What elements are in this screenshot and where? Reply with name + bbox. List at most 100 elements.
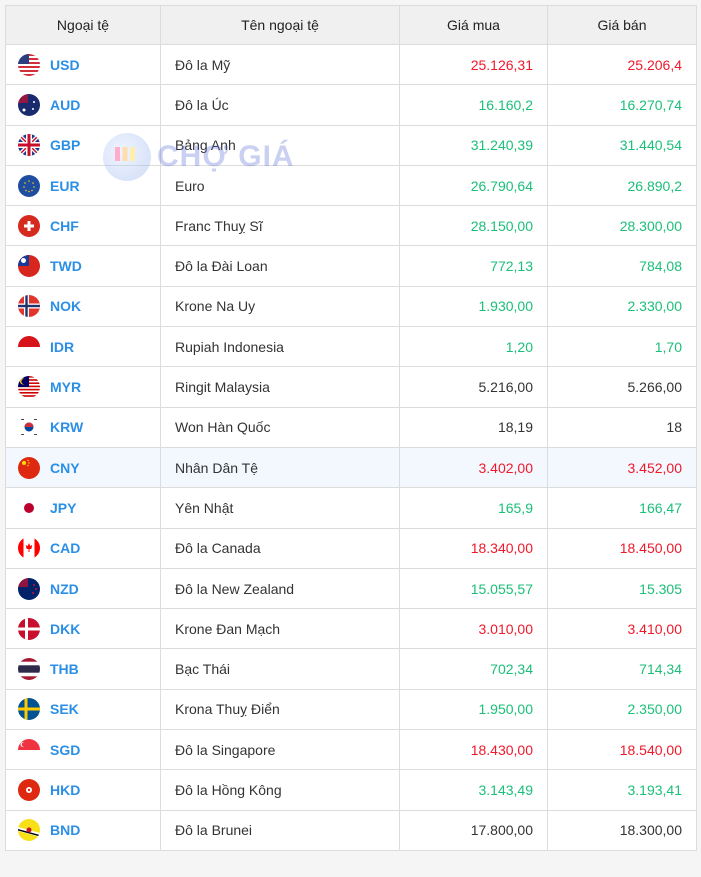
currency-code-link[interactable]: THB bbox=[50, 661, 79, 677]
table-row[interactable]: CNY Nhân Dân Tệ 3.402,00 3.452,00 bbox=[5, 446, 697, 489]
table-row[interactable]: BND Đô la Brunei 17.800,00 18.300,00 bbox=[5, 809, 697, 851]
buy-price-cell: 3.143,49 bbox=[399, 769, 548, 811]
sell-price-cell: 18.540,00 bbox=[547, 729, 697, 771]
table-row[interactable]: KRW Won Hàn Quốc 18,19 18 bbox=[5, 406, 697, 448]
table-row[interactable]: JPY Yên Nhật 165,9 166,47 bbox=[5, 487, 697, 529]
buy-price-cell: 1,20 bbox=[399, 326, 548, 368]
currency-code-link[interactable]: EUR bbox=[50, 178, 80, 194]
currency-name-cell: Ringit Malaysia bbox=[160, 366, 400, 408]
currency-code-cell: MYR bbox=[5, 366, 161, 408]
table-row[interactable]: NOK Krone Na Uy 1.930,00 2.330,00 bbox=[5, 285, 697, 328]
my-flag-icon bbox=[18, 376, 40, 399]
currency-code-cell: NOK bbox=[5, 285, 161, 328]
table-row[interactable]: CAD Đô la Canada 18.340,00 18.450,00 bbox=[5, 527, 697, 569]
buy-price-cell: 3.010,00 bbox=[399, 608, 548, 650]
table-row[interactable]: NZD Đô la New Zealand 15.055,57 15.305 bbox=[5, 567, 697, 610]
currency-code-link[interactable]: JPY bbox=[50, 500, 76, 516]
currency-name-cell: Bạc Thái bbox=[160, 648, 400, 690]
gb-flag-icon bbox=[18, 134, 40, 157]
currency-code-link[interactable]: CAD bbox=[50, 540, 80, 556]
currency-code-link[interactable]: KRW bbox=[50, 419, 83, 435]
buy-price-cell: 26.790,64 bbox=[399, 164, 548, 207]
header-sell-price[interactable]: Giá bán bbox=[547, 5, 697, 45]
currency-code-cell: KRW bbox=[5, 406, 161, 448]
table-row[interactable]: IDR Rupiah Indonesia 1,20 1,70 bbox=[5, 326, 697, 368]
currency-name-cell: Won Hàn Quốc bbox=[160, 406, 400, 448]
buy-price-cell: 702,34 bbox=[399, 648, 548, 690]
header-currency-name[interactable]: Tên ngoại tệ bbox=[160, 5, 400, 45]
currency-name-cell: Krone Na Uy bbox=[160, 285, 400, 328]
cn-flag-icon bbox=[18, 456, 40, 479]
buy-price-cell: 15.055,57 bbox=[399, 567, 548, 610]
table-row[interactable]: SGD Đô la Singapore 18.430,00 18.540,00 bbox=[5, 729, 697, 771]
table-row[interactable]: MYR Ringit Malaysia 5.216,00 5.266,00 bbox=[5, 366, 697, 408]
table-row[interactable]: USD Đô la Mỹ 25.126,31 25.206,4 bbox=[5, 43, 697, 86]
sell-price-cell: 15.305 bbox=[547, 567, 697, 610]
table-row[interactable]: TWD Đô la Đài Loan 772,13 784,08 bbox=[5, 245, 697, 287]
buy-price-cell: 25.126,31 bbox=[399, 43, 548, 86]
sell-price-cell: 784,08 bbox=[547, 245, 697, 287]
buy-price-cell: 18.340,00 bbox=[399, 527, 548, 569]
buy-price-cell: 1.950,00 bbox=[399, 688, 548, 731]
currency-code-link[interactable]: DKK bbox=[50, 621, 80, 637]
ca-flag-icon bbox=[18, 537, 40, 560]
id-flag-icon bbox=[18, 335, 40, 358]
buy-price-cell: 1.930,00 bbox=[399, 285, 548, 328]
table-row[interactable]: SEK Krona Thuỵ Điển 1.950,00 2.350,00 bbox=[5, 688, 697, 731]
currency-code-cell: USD bbox=[5, 43, 161, 86]
currency-name-cell: Đô la Singapore bbox=[160, 729, 400, 771]
currency-code-link[interactable]: SGD bbox=[50, 742, 80, 758]
th-flag-icon bbox=[18, 658, 40, 681]
sell-price-cell: 31.440,54 bbox=[547, 124, 697, 166]
currency-name-cell: Đô la Mỹ bbox=[160, 43, 400, 86]
currency-code-link[interactable]: SEK bbox=[50, 701, 79, 717]
sell-price-cell: 18.450,00 bbox=[547, 527, 697, 569]
table-row[interactable]: EUR Euro 26.790,64 26.890,2 bbox=[5, 164, 697, 207]
exchange-rate-table-container: Ngoại tệ Tên ngoại tệ Giá mua Giá bán US… bbox=[5, 5, 697, 851]
table-row[interactable]: CHF Franc Thuỵ Sĩ 28.150,00 28.300,00 bbox=[5, 205, 697, 247]
currency-code-cell: TWD bbox=[5, 245, 161, 287]
currency-code-cell: NZD bbox=[5, 567, 161, 610]
currency-code-cell: SGD bbox=[5, 729, 161, 771]
sell-price-cell: 5.266,00 bbox=[547, 366, 697, 408]
jp-flag-icon bbox=[18, 496, 40, 519]
header-currency-code[interactable]: Ngoại tệ bbox=[5, 5, 161, 45]
sell-price-cell: 25.206,4 bbox=[547, 43, 697, 86]
sell-price-cell: 26.890,2 bbox=[547, 164, 697, 207]
table-row[interactable]: HKD Đô la Hồng Kông 3.143,49 3.193,41 bbox=[5, 769, 697, 811]
eu-flag-icon bbox=[18, 174, 40, 197]
currency-code-link[interactable]: IDR bbox=[50, 339, 74, 355]
buy-price-cell: 28.150,00 bbox=[399, 205, 548, 247]
currency-code-link[interactable]: NOK bbox=[50, 298, 81, 314]
au-flag-icon bbox=[18, 93, 40, 116]
currency-code-link[interactable]: AUD bbox=[50, 97, 80, 113]
table-header-row: Ngoại tệ Tên ngoại tệ Giá mua Giá bán bbox=[5, 5, 697, 45]
bn-flag-icon bbox=[18, 819, 40, 842]
currency-code-link[interactable]: GBP bbox=[50, 137, 80, 153]
currency-code-link[interactable]: HKD bbox=[50, 782, 80, 798]
sell-price-cell: 2.350,00 bbox=[547, 688, 697, 731]
table-row[interactable]: AUD Đô la Úc 16.160,2 16.270,74 bbox=[5, 84, 697, 126]
currency-code-link[interactable]: USD bbox=[50, 57, 80, 73]
header-buy-price[interactable]: Giá mua bbox=[399, 5, 548, 45]
currency-name-cell: Đô la Đài Loan bbox=[160, 245, 400, 287]
nz-flag-icon bbox=[18, 577, 40, 600]
se-flag-icon bbox=[18, 698, 40, 721]
kr-flag-icon bbox=[18, 416, 40, 439]
currency-name-cell: Euro bbox=[160, 164, 400, 207]
table-row[interactable]: THB Bạc Thái 702,34 714,34 bbox=[5, 648, 697, 690]
dk-flag-icon bbox=[18, 617, 40, 640]
currency-code-link[interactable]: MYR bbox=[50, 379, 81, 395]
currency-name-cell: Đô la Canada bbox=[160, 527, 400, 569]
sell-price-cell: 18.300,00 bbox=[547, 809, 697, 851]
buy-price-cell: 17.800,00 bbox=[399, 809, 548, 851]
sell-price-cell: 2.330,00 bbox=[547, 285, 697, 328]
currency-code-link[interactable]: CHF bbox=[50, 218, 79, 234]
currency-code-link[interactable]: CNY bbox=[50, 460, 80, 476]
no-flag-icon bbox=[18, 295, 40, 318]
table-row[interactable]: GBP Bảng Anh 31.240,39 31.440,54 bbox=[5, 124, 697, 166]
table-row[interactable]: DKK Krone Đan Mạch 3.010,00 3.410,00 bbox=[5, 608, 697, 650]
currency-code-link[interactable]: TWD bbox=[50, 258, 82, 274]
currency-code-link[interactable]: BND bbox=[50, 822, 80, 838]
currency-code-link[interactable]: NZD bbox=[50, 581, 79, 597]
